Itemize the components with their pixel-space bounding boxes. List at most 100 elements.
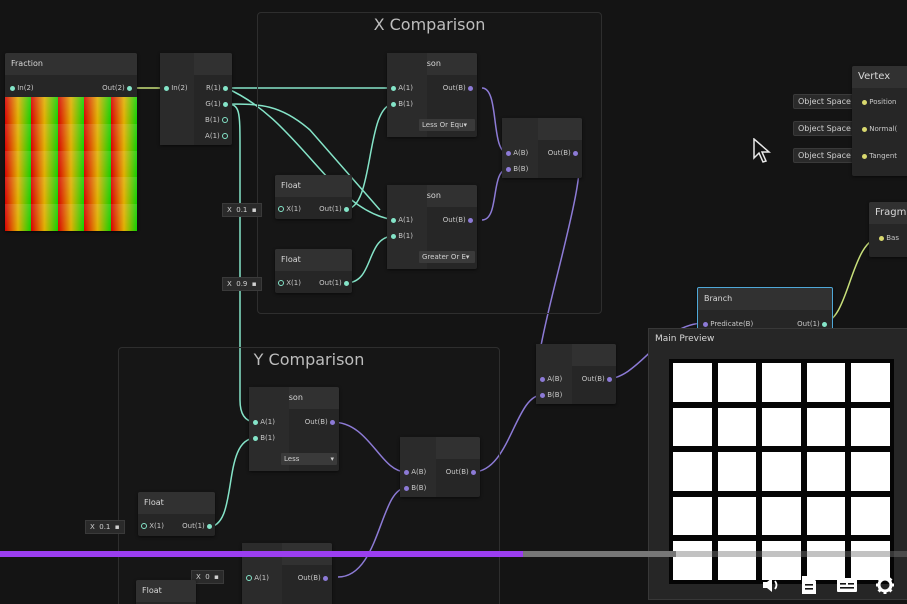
or-main-b-port[interactable]: B(B) [540,389,562,401]
split-r-port[interactable]: R(1) [206,82,228,94]
or-x-out-port[interactable]: Out(B) [548,147,578,159]
comparison-y1-mode-dropdown[interactable]: Less ▾ [281,453,337,465]
or-x-node[interactable]: Or A(B) B(B) Out(B) [502,118,582,178]
float2-x-label: X [227,280,232,288]
float4-node[interactable]: Float [136,580,196,604]
float2-node[interactable]: Float X(1) Out(1) [275,249,352,293]
fraction-out-label: Out(2) [102,84,125,92]
float3-value-field[interactable]: X 0.1 ▪ [85,520,125,534]
split-node[interactable]: Split In(2) R(1) G(1) B(1) A(1) [160,53,232,145]
float3-title: Float [138,492,215,514]
comparison-x2-a-label: A(1) [398,216,413,224]
comparison-y2-a-label: A(1) [254,574,269,582]
comparison-y1-mode-label: Less [284,455,300,463]
comparison-x1-node[interactable]: Comparison A(1) B(1) Out(B) Less Or Equ▾ [387,53,477,137]
comparison-y1-a-port[interactable]: A(1) [253,416,275,428]
comparison-y1-a-label: A(1) [260,418,275,426]
float2-out-label: Out(1) [319,279,342,287]
fraction-out-port[interactable]: Out(2) [102,82,132,94]
float1-x-label: X [227,206,232,214]
float4-value: 0 [205,573,210,581]
fraction-in-label: In(2) [17,84,34,92]
comparison-y1-out-port[interactable]: Out(B) [305,416,335,428]
fragment-base-port[interactable]: Bas [879,232,899,244]
vertex-tangent-space-label: Object Space [798,151,851,160]
video-played-bar [0,551,524,557]
vertex-position-label: Position [869,98,897,106]
float2-out-port[interactable]: Out(1) [319,277,349,289]
float1-title: Float [275,175,352,197]
split-a-label: A(1) [205,132,220,140]
main-preview-title: Main Preview [655,334,715,344]
fraction-node[interactable]: Fraction In(2) Out(2) [5,53,137,231]
comparison-x1-a-port[interactable]: A(1) [391,82,413,94]
comparison-y1-out-label: Out(B) [304,418,328,426]
float3-value: 0.1 [99,523,111,531]
or-y-a-port[interactable]: A(B) [404,466,426,478]
comparison-x2-b-port[interactable]: B(1) [391,230,413,242]
float1-in-label: X(1) [286,205,301,213]
float1-out-port[interactable]: Out(1) [319,203,349,215]
float1-in-port[interactable]: X(1) [278,203,301,215]
vertex-tangent-port[interactable]: Tangent [862,150,897,162]
comparison-x2-mode-dropdown[interactable]: Greater Or E▾ [419,251,475,263]
comparison-y1-b-label: B(1) [260,434,275,442]
split-in-port[interactable]: In(2) [164,82,188,94]
or-x-b-label: B(B) [513,165,529,173]
branch-predicate-label: Predicate(B) [710,320,754,328]
comparison-y2-out-port[interactable]: Out(B) [298,572,328,584]
fragment-node[interactable]: Fragm Bas [869,202,907,257]
or-x-a-label: A(B) [513,149,529,157]
or-x-b-port[interactable]: B(B) [506,163,528,175]
main-preview-panel[interactable]: Main Preview [648,328,907,600]
vertex-position-port[interactable]: Position [862,96,897,108]
volume-icon[interactable] [759,573,783,597]
split-g-label: G(1) [205,100,221,108]
transcript-icon[interactable] [797,573,821,597]
vertex-normal-port[interactable]: Normal( [862,123,897,135]
vertex-position-space-label: Object Space [798,97,851,106]
float2-title: Float [275,249,352,271]
or-main-node[interactable]: Or A(B) B(B) Out(B) [536,344,616,404]
vertex-node[interactable]: Vertex Position Normal( Tangent [852,66,907,176]
or-y-b-port[interactable]: B(B) [404,482,426,494]
or-x-a-port[interactable]: A(B) [506,147,528,159]
or-y-out-port[interactable]: Out(B) [446,466,476,478]
float4-x-label: X [196,573,201,581]
float3-out-port[interactable]: Out(1) [182,520,212,532]
comparison-y2-out-label: Out(B) [297,574,321,582]
comparison-x2-out-port[interactable]: Out(B) [443,214,473,226]
comparison-x2-a-port[interactable]: A(1) [391,214,413,226]
float3-in-label: X(1) [149,522,164,530]
float2-value-field[interactable]: X 0.9 ▪ [222,277,262,291]
split-r-label: R(1) [205,84,221,92]
shader-graph-canvas[interactable]: X Comparison Y Comparison Fraction In(2)… [0,0,907,604]
chevron-down-icon: ▾ [330,455,334,463]
fraction-preview [5,97,137,231]
float3-node[interactable]: Float X(1) Out(1) [138,492,215,536]
video-progress-bar[interactable] [0,551,907,557]
split-g-port[interactable]: G(1) [205,98,228,110]
comparison-x1-b-port[interactable]: B(1) [391,98,413,110]
float3-in-port[interactable]: X(1) [141,520,164,532]
captions-icon[interactable] [835,573,859,597]
branch-title: Branch [698,288,832,310]
split-b-port[interactable]: B(1) [205,114,228,126]
or-x-out-label: Out(B) [547,149,571,157]
split-a-port[interactable]: A(1) [205,130,228,142]
or-y-node[interactable]: Or A(B) B(B) Out(B) [400,437,480,497]
comparison-x1-out-port[interactable]: Out(B) [443,82,473,94]
or-main-b-label: B(B) [547,391,563,399]
comparison-x2-node[interactable]: Comparison A(1) B(1) Out(B) Greater Or E… [387,185,477,269]
comparison-x1-mode-dropdown[interactable]: Less Or Equ▾ [419,119,475,131]
comparison-y1-node[interactable]: Comparison A(1) B(1) Out(B) Less▾ [249,387,339,471]
or-main-a-port[interactable]: A(B) [540,373,562,385]
float1-value-field[interactable]: X 0.1 ▪ [222,203,262,217]
settings-icon[interactable] [873,573,897,597]
comparison-y1-b-port[interactable]: B(1) [253,432,275,444]
float1-node[interactable]: Float X(1) Out(1) [275,175,352,219]
fraction-in-port[interactable]: In(2) [10,82,34,94]
float2-in-port[interactable]: X(1) [278,277,301,289]
or-main-out-port[interactable]: Out(B) [582,373,612,385]
comparison-y2-a-port[interactable]: A(1) [246,572,269,584]
